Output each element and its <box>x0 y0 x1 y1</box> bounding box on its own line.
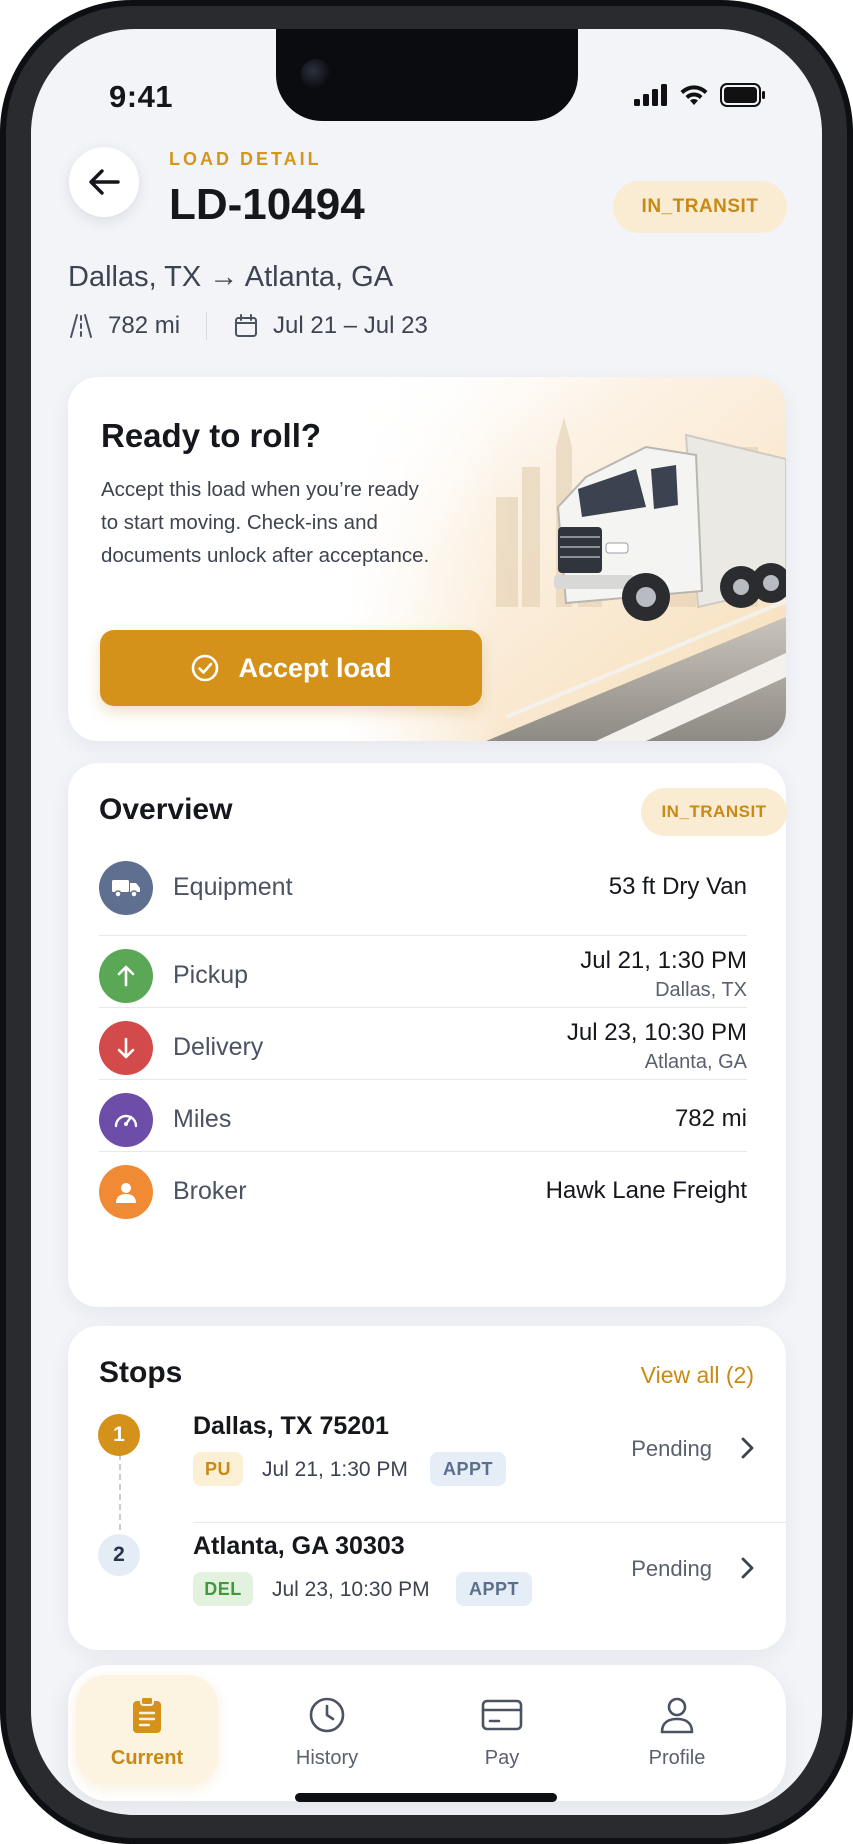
hero-title: Ready to roll? <box>101 417 322 454</box>
stop-item[interactable]: 1 Dallas, TX 75201 PU Jul 21, 1:30 PM AP… <box>68 1412 786 1522</box>
overview-value: Hawk Lane Freight <box>545 1177 747 1204</box>
stop-number: 1 <box>98 1414 140 1456</box>
stop-status: Pending <box>631 1556 712 1581</box>
arrow-down-icon <box>99 1021 153 1075</box>
appt-tag: APPT <box>430 1452 506 1486</box>
stop-time: Jul 21, 1:30 PM <box>262 1458 408 1481</box>
arrow-left-icon <box>89 169 120 195</box>
status-time: 9:41 <box>109 79 174 114</box>
overview-subvalue: Atlanta, GA <box>644 1051 747 1073</box>
status-badge: IN_TRANSIT <box>613 181 787 233</box>
overview-row-pickup: Pickup Jul 21, 1:30 PM Dallas, TX <box>99 935 747 1007</box>
truck-icon <box>99 861 153 915</box>
speedometer-icon <box>99 1093 153 1147</box>
overview-subvalue: Dallas, TX <box>655 979 747 1001</box>
chevron-right-icon <box>741 1557 754 1579</box>
stop-city: Atlanta, GA 30303 <box>193 1532 405 1560</box>
overview-label: Delivery <box>173 1033 264 1061</box>
tab-label: Pay <box>484 1747 520 1769</box>
overview-value: 53 ft Dry Van <box>608 873 747 900</box>
route-text: Dallas, TX → Atlanta, GA <box>68 261 394 293</box>
overview-label: Equipment <box>173 873 293 901</box>
stops-title: Stops <box>99 1356 183 1389</box>
app-screen: 9:41 LOAD DETAIL LD-10494 IN_TRANSIT Dal… <box>31 29 822 1815</box>
person-icon <box>99 1165 153 1219</box>
hero-description: Accept this load when you’re ready to st… <box>101 478 430 567</box>
view-all-stops-link[interactable]: View all (2) <box>641 1362 754 1389</box>
check-circle-icon <box>192 654 219 682</box>
tab-pay[interactable]: Pay <box>427 1665 577 1801</box>
page-eyebrow: LOAD DETAIL <box>169 149 322 169</box>
stop-type-tag: PU <box>193 1452 243 1486</box>
distance-meta: 782 mi <box>68 312 180 340</box>
overview-value: Jul 23, 10:30 PM <box>566 1019 747 1046</box>
tab-history[interactable]: History <box>252 1665 402 1801</box>
road-icon <box>70 314 92 338</box>
distance-text: 782 mi <box>108 312 181 339</box>
overview-label: Pickup <box>173 961 249 989</box>
tab-label: History <box>295 1747 359 1769</box>
stop-time: Jul 23, 10:30 PM <box>272 1578 430 1601</box>
phone-frame: 9:41 LOAD DETAIL LD-10494 IN_TRANSIT Dal… <box>0 0 853 1844</box>
page-title: LD-10494 <box>169 180 365 229</box>
back-button[interactable] <box>69 147 139 217</box>
tab-current[interactable]: Current <box>72 1665 222 1801</box>
accept-load-label: Accept load <box>238 652 392 683</box>
battery-icon <box>720 83 765 107</box>
overview-label: Broker <box>173 1177 247 1205</box>
overview-row-delivery: Delivery Jul 23, 10:30 PM Atlanta, GA <box>99 1007 747 1079</box>
bottom-tab-bar: Current History Pay Profile <box>68 1665 786 1801</box>
meta-divider <box>206 312 208 340</box>
tab-label: Profile <box>648 1747 706 1769</box>
appt-tag: APPT <box>456 1572 532 1606</box>
overview-status-badge: IN_TRANSIT <box>641 788 787 836</box>
signal-icon <box>634 84 667 106</box>
status-icons <box>634 83 766 107</box>
overview-label: Miles <box>173 1105 232 1133</box>
clock-icon <box>308 1693 346 1737</box>
overview-value: 782 mi <box>674 1105 747 1132</box>
tab-profile[interactable]: Profile <box>602 1665 752 1801</box>
chevron-right-icon <box>741 1437 754 1459</box>
stops-card: Stops View all (2) 1 Dallas, TX 75201 PU… <box>68 1326 786 1650</box>
overview-title: Overview <box>99 793 233 826</box>
camera-icon <box>301 59 331 89</box>
wifi-icon <box>680 85 708 105</box>
accept-load-card: Ready to roll? Accept this load when you… <box>68 377 786 741</box>
stop-status: Pending <box>631 1436 712 1461</box>
accept-load-button[interactable]: Accept load <box>100 630 482 706</box>
stop-item[interactable]: 2 Atlanta, GA 30303 DEL Jul 23, 10:30 PM… <box>68 1532 786 1642</box>
stop-number: 2 <box>98 1534 140 1576</box>
dates-meta: Jul 21 – Jul 23 <box>233 312 428 340</box>
overview-row-equipment: Equipment 53 ft Dry Van <box>99 861 747 915</box>
load-meta: 782 mi Jul 21 – Jul 23 <box>68 306 428 346</box>
overview-value: Jul 21, 1:30 PM <box>580 947 747 974</box>
row-divider <box>193 1522 786 1523</box>
overview-row-broker: Broker Hawk Lane Freight <box>99 1151 747 1223</box>
arrow-up-icon <box>99 949 153 1003</box>
home-indicator <box>295 1793 557 1802</box>
calendar-icon <box>235 314 258 337</box>
stop-city: Dallas, TX 75201 <box>193 1412 389 1440</box>
tab-label: Current <box>110 1747 184 1769</box>
profile-icon <box>659 1693 695 1737</box>
clipboard-icon <box>131 1693 163 1737</box>
overview-row-miles: Miles 782 mi <box>99 1079 747 1151</box>
overview-card: Overview IN_TRANSIT Equipment 53 ft Dry … <box>68 763 787 1307</box>
stop-type-tag: DEL <box>193 1572 253 1606</box>
credit-card-icon <box>481 1693 523 1737</box>
dates-text: Jul 21 – Jul 23 <box>273 312 428 339</box>
